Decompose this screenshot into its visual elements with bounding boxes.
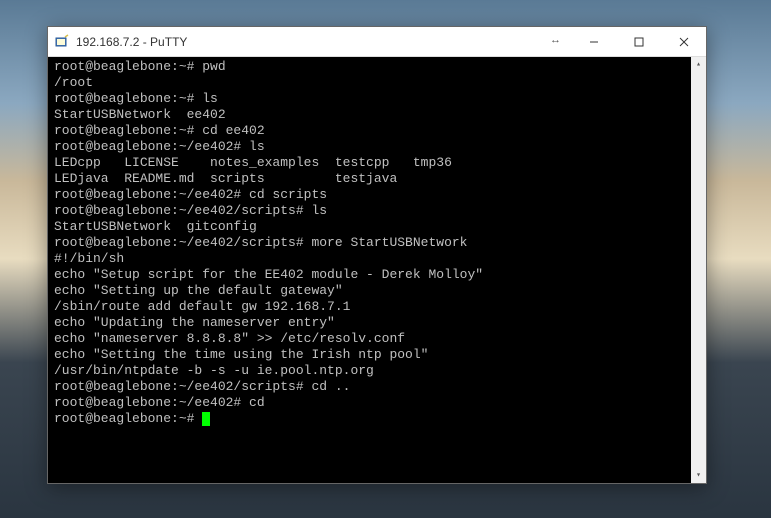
putty-window: 192.168.7.2 - PuTTY ↔ root@beaglebone:~#…	[47, 26, 707, 484]
terminal-line: /sbin/route add default gw 192.168.7.1	[54, 299, 691, 315]
terminal-line: root@beaglebone:~# ls	[54, 91, 691, 107]
terminal-line: root@beaglebone:~# cd ee402	[54, 123, 691, 139]
terminal-line: /root	[54, 75, 691, 91]
terminal-line: root@beaglebone:~/ee402# cd scripts	[54, 187, 691, 203]
prompt-text: root@beaglebone:~#	[54, 411, 202, 426]
terminal-line: StartUSBNetwork ee402	[54, 107, 691, 123]
terminal-line: LEDjava README.md scripts testjava	[54, 171, 691, 187]
window-title: 192.168.7.2 - PuTTY	[76, 35, 187, 49]
titlebar-controls	[571, 27, 706, 56]
terminal-content: root@beaglebone:~# pwd /root root@beagle…	[54, 59, 691, 427]
terminal-line: echo "Setting up the default gateway"	[54, 283, 691, 299]
terminal-prompt-line: root@beaglebone:~#	[54, 411, 691, 427]
scroll-up-icon[interactable]: ▴	[691, 57, 706, 72]
terminal-line: root@beaglebone:~/ee402# ls	[54, 139, 691, 155]
terminal-line: echo "Updating the nameserver entry"	[54, 315, 691, 331]
terminal-line: echo "Setup script for the EE402 module …	[54, 267, 691, 283]
terminal-line: root@beaglebone:~/ee402/scripts# more St…	[54, 235, 691, 251]
scrollbar[interactable]: ▴ ▾	[691, 57, 706, 483]
terminal-line: root@beaglebone:~# pwd	[54, 59, 691, 75]
minimize-button[interactable]	[571, 27, 616, 56]
terminal-line: root@beaglebone:~/ee402# cd	[54, 395, 691, 411]
terminal-line: LEDcpp LICENSE notes_examples testcpp tm…	[54, 155, 691, 171]
scroll-down-icon[interactable]: ▾	[691, 468, 706, 483]
terminal-line: root@beaglebone:~/ee402/scripts# ls	[54, 203, 691, 219]
terminal-line: root@beaglebone:~/ee402/scripts# cd ..	[54, 379, 691, 395]
titlebar[interactable]: 192.168.7.2 - PuTTY ↔	[48, 27, 706, 57]
terminal[interactable]: root@beaglebone:~# pwd /root root@beagle…	[48, 57, 706, 483]
terminal-line: StartUSBNetwork gitconfig	[54, 219, 691, 235]
maximize-button[interactable]	[616, 27, 661, 56]
terminal-line: echo "nameserver 8.8.8.8" >> /etc/resolv…	[54, 331, 691, 347]
putty-icon	[54, 34, 70, 50]
terminal-line: #!/bin/sh	[54, 251, 691, 267]
cursor	[202, 412, 210, 426]
close-button[interactable]	[661, 27, 706, 56]
terminal-line: echo "Setting the time using the Irish n…	[54, 347, 691, 363]
resize-indicator-icon: ↔	[550, 34, 561, 46]
terminal-line: /usr/bin/ntpdate -b -s -u ie.pool.ntp.or…	[54, 363, 691, 379]
